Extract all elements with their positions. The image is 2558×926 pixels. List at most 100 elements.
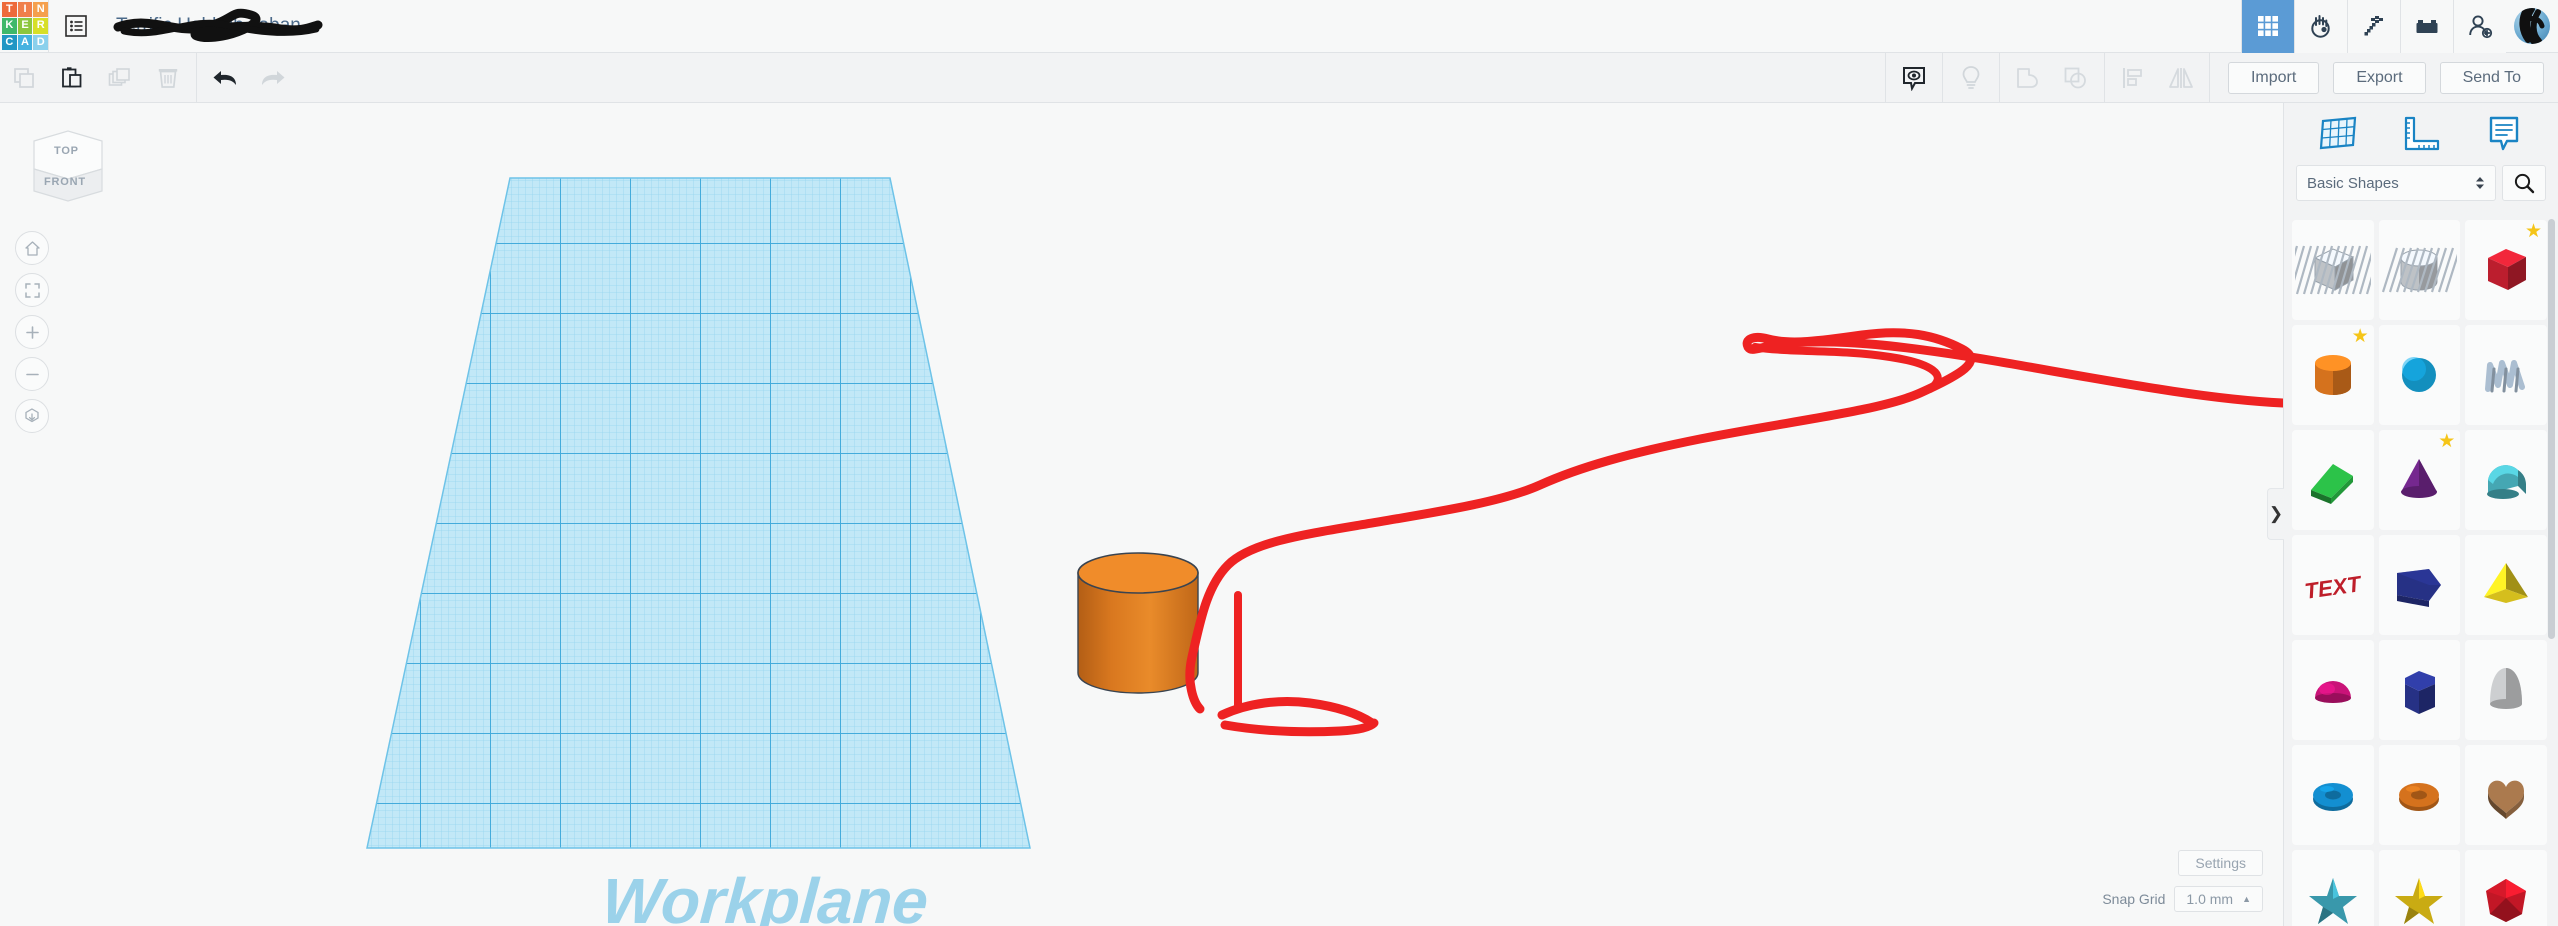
view-cube[interactable]: TOP FRONT <box>22 123 114 209</box>
ungroup-button[interactable] <box>2052 53 2100 103</box>
divider <box>1884 52 1886 103</box>
shape-category-select[interactable]: Basic Shapes <box>2296 165 2496 201</box>
search-icon <box>2514 173 2535 194</box>
light-button[interactable] <box>1947 53 1995 103</box>
align-button[interactable] <box>2109 53 2157 103</box>
panel-search-row: Basic Shapes <box>2284 165 2558 201</box>
shape-item-tube-ring[interactable] <box>2378 745 2461 845</box>
logo-letter-d: D <box>33 34 48 50</box>
shape-thumb-polyhedron <box>2486 879 2527 922</box>
star-icon: ★ <box>2524 221 2542 242</box>
logo-letter-r: R <box>33 18 48 34</box>
shape-item-heart[interactable] <box>2465 745 2547 845</box>
shape-thumb-roof <box>2310 464 2353 504</box>
tab-shapes[interactable] <box>2311 111 2365 157</box>
topbar-button-minecraft[interactable] <box>2347 0 2400 53</box>
projection-toggle-button[interactable] <box>15 399 49 433</box>
workplane-label: Workplane <box>600 865 931 926</box>
note-bubble-icon <box>2490 116 2519 151</box>
shape-item-scribble[interactable] <box>2465 325 2547 425</box>
caret-up-icon: ▲ <box>2242 894 2251 904</box>
send-to-button[interactable]: Send To <box>2439 61 2544 94</box>
add-person-icon <box>2469 15 2493 39</box>
shape-item-box-hole[interactable] <box>2292 220 2374 320</box>
topbar-button-invite[interactable] <box>2453 0 2506 53</box>
hand-circuit-icon <box>2311 15 2330 38</box>
tinkercad-app: TINKERCAD Terrific Habbub Jaban Import E… <box>0 0 2558 926</box>
shape-item-pyramid[interactable] <box>2465 535 2547 635</box>
shape-item-polygon[interactable] <box>2378 640 2461 740</box>
shape-thumb-extrusion <box>2397 569 2442 607</box>
shape-item-polyhedron[interactable] <box>2465 850 2547 926</box>
zoom-out-button[interactable] <box>15 357 49 391</box>
divider <box>2208 52 2210 103</box>
import-button[interactable]: Import <box>2227 61 2320 94</box>
shape-item-sphere[interactable] <box>2378 325 2461 425</box>
shape-item-torus[interactable] <box>2292 745 2374 845</box>
3d-viewport[interactable]: Workplane TOP FRONT Settings Snap Grid 1… <box>0 103 2283 926</box>
tinkercad-logo[interactable]: TINKERCAD <box>2 2 48 50</box>
top-right-actions <box>2241 0 2558 53</box>
project-menu-button[interactable] <box>49 0 102 53</box>
duplicate-icon <box>108 67 130 86</box>
viewport-bottom-controls: Settings Snap Grid 1.0 mm ▲ <box>2102 850 2263 912</box>
workplane[interactable]: Workplane <box>366 177 1031 926</box>
tab-notes[interactable] <box>2477 111 2531 157</box>
project-title[interactable]: Terrific Habbub Jaban <box>113 8 323 43</box>
shape-item-text[interactable]: TEXT <box>2292 535 2374 635</box>
shape-item-roof[interactable] <box>2292 430 2374 530</box>
eye-bubble-icon <box>1902 66 1925 91</box>
shape-item-cone[interactable]: ★ <box>2378 430 2461 530</box>
shape-category-value: Basic Shapes <box>2307 174 2399 192</box>
mirror-button[interactable] <box>2157 53 2205 103</box>
shape-search-button[interactable] <box>2502 165 2546 201</box>
paste-button[interactable] <box>48 53 96 103</box>
copy-button[interactable] <box>0 53 48 103</box>
undo-button[interactable] <box>201 53 249 103</box>
topbar-button-blocks[interactable] <box>2400 0 2453 53</box>
object-cylinder[interactable] <box>1077 552 1199 694</box>
shape-item-cylinder-hole[interactable] <box>2378 220 2461 320</box>
redo-button[interactable] <box>249 53 297 103</box>
shapes-scrollbar[interactable] <box>2548 219 2555 639</box>
shape-item-box[interactable]: ★ <box>2465 220 2547 320</box>
shape-item-star-yellow[interactable] <box>2378 850 2461 926</box>
shape-item-extrusion[interactable] <box>2378 535 2461 635</box>
user-avatar[interactable] <box>2514 8 2550 44</box>
star-icon: ★ <box>2351 326 2369 347</box>
shape-thumb-paraboloid <box>2490 668 2523 709</box>
shape-item-star-teal[interactable] <box>2292 850 2374 926</box>
edit-toolbar: Import Export Send To <box>0 52 2558 103</box>
divider <box>1998 52 2000 103</box>
shape-item-paraboloid[interactable] <box>2465 640 2547 740</box>
logo-letter-i: I <box>17 2 33 18</box>
shape-thumb-torus <box>2312 783 2353 811</box>
divider <box>1941 52 1943 103</box>
minus-icon <box>25 373 39 375</box>
snap-grid-select[interactable]: 1.0 mm ▲ <box>2174 886 2263 912</box>
tab-ruler[interactable] <box>2394 111 2448 157</box>
shape-thumb-pyramid <box>2484 563 2529 603</box>
topbar-button-gallery[interactable] <box>2241 0 2294 53</box>
zoom-in-button[interactable] <box>15 315 49 349</box>
collapse-panel-button[interactable]: ❯ <box>2267 488 2284 540</box>
shape-item-tube[interactable] <box>2465 430 2547 530</box>
home-icon <box>24 240 40 256</box>
delete-button[interactable] <box>144 53 192 103</box>
duplicate-button[interactable] <box>96 53 144 103</box>
fit-view-button[interactable] <box>15 273 49 307</box>
pickaxe-icon <box>2364 16 2383 36</box>
logo-letter-k: K <box>2 18 17 34</box>
shape-item-cylinder[interactable]: ★ <box>2292 325 2374 425</box>
show-hide-button[interactable] <box>1890 53 1938 103</box>
group-button[interactable] <box>2004 53 2052 103</box>
top-bar: TINKERCAD Terrific Habbub Jaban <box>0 0 2558 53</box>
edit-toolbar-right: Import Export Send To <box>1881 52 2558 103</box>
right-panel: ❯ Basic Shapes ★ ★ ★ TEXT <box>2267 103 2558 926</box>
topbar-button-tinker[interactable] <box>2294 0 2347 53</box>
home-view-button[interactable] <box>15 231 49 265</box>
shape-item-half-sphere[interactable] <box>2292 640 2374 740</box>
export-button[interactable]: Export <box>2333 61 2426 94</box>
settings-button[interactable]: Settings <box>2178 850 2263 876</box>
group-shapes-icon <box>2017 67 2038 88</box>
